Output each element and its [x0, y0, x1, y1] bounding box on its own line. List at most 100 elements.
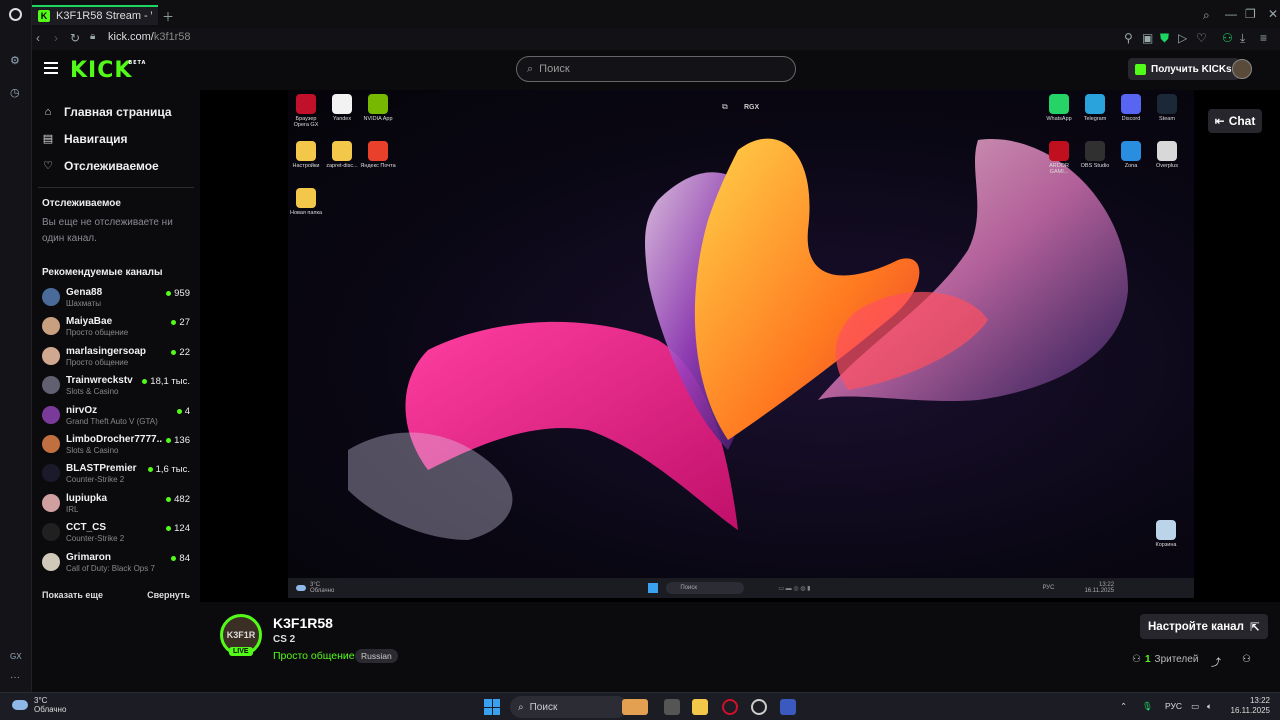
channel-row[interactable]: lupiupka IRL 482 — [32, 490, 200, 519]
app-label: Настройки — [292, 163, 320, 169]
obs-taskbar-icon[interactable] — [751, 699, 767, 715]
menu-icon[interactable]: ≡ — [1260, 31, 1267, 45]
nav-home[interactable]: ⌂ Главная страница — [32, 98, 200, 125]
desktop-app-icon[interactable]: Yandex — [324, 94, 360, 122]
desktop-app-icon[interactable]: NVIDIA App — [360, 94, 396, 122]
channel-row[interactable]: MaiyaBae Просто общение 27 — [32, 313, 200, 342]
user-menu-icon[interactable]: ⚇ — [1242, 654, 1251, 665]
gx-label[interactable]: GX — [10, 652, 22, 661]
chat-label: Chat — [1228, 114, 1256, 128]
category-link[interactable]: Просто общение — [273, 650, 355, 662]
channel-row[interactable]: CCT_CS Counter-Strike 2 124 — [32, 519, 200, 548]
weather-widget[interactable]: 3°C Облачно — [12, 696, 66, 714]
recycle-bin-icon[interactable]: Корзина — [1148, 520, 1184, 548]
download-icon[interactable]: ⤓ — [1240, 31, 1245, 46]
minimize-icon[interactable]: — — [1225, 7, 1237, 21]
widgets-app-icon[interactable] — [622, 699, 648, 715]
get-kicks-button[interactable]: Получить KICKs — [1128, 58, 1239, 80]
browse-icon: ▤ — [42, 133, 54, 145]
viewer-count: 22 — [179, 346, 190, 358]
pip-icon[interactable]: ⧉ — [722, 102, 728, 112]
collapse-link[interactable]: Свернуть — [147, 590, 190, 600]
show-more-link[interactable]: Показать еще — [42, 590, 103, 600]
desktop-app-icon[interactable]: Браузер Opera GX — [288, 94, 324, 128]
desktop-app-icon[interactable]: Zona — [1113, 141, 1149, 169]
taskbar-search-input[interactable]: ⌕ Поиск — [510, 696, 628, 718]
browser-tab[interactable]: K K3F1R58 Stream - Watch — [32, 5, 158, 25]
url-field[interactable]: kick.com/k3f1r58 — [108, 31, 191, 43]
channel-row[interactable]: Grimaron Call of Duty: Black Ops 7 84 — [32, 549, 200, 578]
new-tab-icon[interactable]: ＋ — [162, 8, 174, 25]
video-player[interactable]: Браузер Opera GX Yandex NVIDIA App Настройк… — [200, 90, 1280, 602]
chat-toggle-button[interactable]: ⇤ Chat — [1208, 109, 1262, 133]
stream-video-desktop[interactable]: Браузер Opera GX Yandex NVIDIA App Настройк… — [288, 90, 1194, 578]
gx-control-icon[interactable]: ⚙ — [10, 54, 20, 67]
setup-channel-button[interactable]: Настройте канал ⇱ — [1140, 614, 1268, 639]
desktop-app-icon[interactable]: Discord — [1113, 94, 1149, 122]
shield-icon[interactable]: ⛊ — [1160, 31, 1169, 46]
kick-logo[interactable]: KICK BETA — [70, 58, 145, 83]
viewer-count: ⚇ 1 Зрителей — [1132, 654, 1198, 665]
history-icon[interactable]: ◷ — [10, 86, 20, 99]
channel-avatar — [42, 434, 60, 453]
desktop-app-icon[interactable]: ARDOR GAMI... — [1041, 141, 1077, 175]
close-icon[interactable]: ✕ — [1268, 7, 1278, 21]
reload-icon[interactable]: ↻ — [70, 31, 80, 45]
forward-icon[interactable]: › — [54, 31, 58, 45]
file-explorer-icon[interactable] — [692, 699, 708, 715]
maximize-icon[interactable]: ❐ — [1245, 7, 1256, 21]
snapshot-icon[interactable]: ▣ — [1142, 31, 1153, 45]
desktop-app-icon[interactable]: Новая папка — [288, 188, 324, 216]
desktop-app-icon[interactable]: zapret-disc... — [324, 141, 360, 169]
opera-gx-taskbar-icon[interactable] — [722, 699, 738, 715]
more-icon[interactable]: ··· — [10, 672, 20, 683]
language-tag[interactable]: Russian — [355, 649, 398, 663]
desktop-app-icon[interactable]: Steam — [1149, 94, 1185, 122]
desktop-app-icon[interactable]: Настройки — [288, 141, 324, 169]
inner-search-box: Поиск — [666, 582, 745, 594]
nav-browse[interactable]: ▤ Навигация — [32, 125, 200, 152]
search-input[interactable]: ⌕ Поиск — [516, 56, 796, 82]
share-icon[interactable]: ⤴ — [1211, 654, 1221, 669]
recycle-bin-label: Корзина — [1155, 542, 1177, 548]
microphone-icon[interactable]: 🎙︎ — [1142, 701, 1153, 712]
volume-icon[interactable]: 🔈︎ — [1207, 701, 1212, 712]
divider — [38, 187, 194, 188]
app-taskbar-icon[interactable] — [780, 699, 796, 715]
channel-name: Gena88 — [66, 287, 103, 298]
channel-row[interactable]: Gena88 Шахматы 959 — [32, 284, 200, 313]
live-dot-icon — [147, 467, 153, 473]
account-icon[interactable]: ⚇ — [1222, 31, 1233, 45]
desktop-app-icon[interactable]: Telegram — [1077, 94, 1113, 122]
search-tabs-icon[interactable]: ⌕ — [1203, 8, 1210, 23]
opera-logo-icon[interactable] — [9, 8, 22, 21]
pin-icon[interactable]: ⚲ — [1124, 31, 1133, 45]
windows-start-icon[interactable] — [484, 699, 500, 715]
task-view-icon[interactable] — [664, 699, 680, 715]
system-clock[interactable]: 13:22 16.11.2025 — [1226, 696, 1270, 716]
desktop-app-icon[interactable]: OBS Studio — [1077, 141, 1113, 169]
heart-icon[interactable]: ♡ — [1196, 31, 1207, 45]
setup-channel-label: Настройте канал — [1148, 620, 1244, 633]
network-icon[interactable]: ▭ — [1191, 701, 1199, 712]
desktop-app-icon[interactable]: WhatsApp — [1041, 94, 1077, 122]
channel-row[interactable]: Trainwreckstv Slots & Casino 18,1 тыс. — [32, 372, 200, 401]
channel-avatar — [42, 376, 60, 395]
app-glyph — [1121, 94, 1141, 114]
hamburger-menu-icon[interactable] — [44, 62, 58, 76]
nav-following[interactable]: ♡ Отслеживаемое — [32, 152, 200, 179]
channel-row[interactable]: nirvOz Grand Theft Auto V (GTA) 4 — [32, 402, 200, 431]
desktop-app-icon[interactable]: Яндекс Почта — [360, 141, 396, 169]
user-avatar[interactable] — [1232, 59, 1252, 79]
desktop-app-icon[interactable]: Overplus — [1149, 141, 1185, 169]
viewer-count: 4 — [184, 405, 190, 417]
channel-row[interactable]: LimboDrocher7777... Slots & Casino 136 — [32, 431, 200, 460]
tray-chevron-icon[interactable]: ⌃ — [1120, 701, 1127, 712]
app-label: Zona — [1124, 163, 1138, 169]
channel-name[interactable]: K3F1R58 — [273, 615, 333, 631]
channel-row[interactable]: BLASTPremier Counter-Strike 2 1,6 тыс. — [32, 460, 200, 489]
back-icon[interactable]: ‹ — [36, 31, 40, 45]
channel-row[interactable]: marlasingersoap Просто общение 22 — [32, 343, 200, 372]
play-icon[interactable]: ▷ — [1178, 31, 1187, 45]
language-indicator[interactable]: РУС — [1165, 701, 1182, 711]
